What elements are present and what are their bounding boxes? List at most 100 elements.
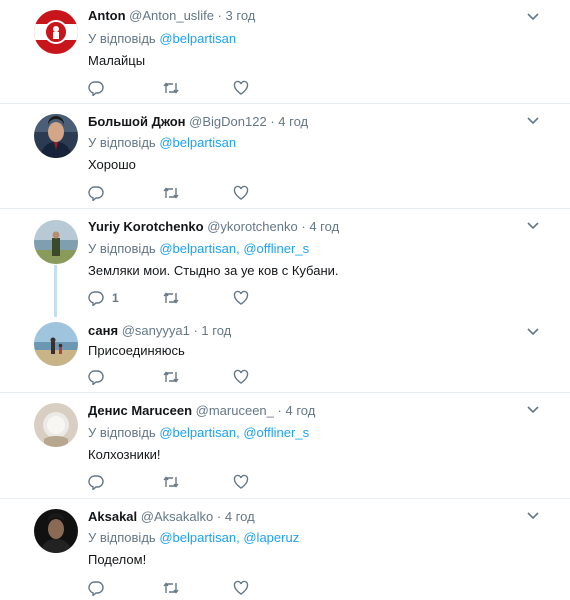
reply-context: У відповідь @belpartisan, @laperuz [88, 530, 300, 545]
chevron-down-icon[interactable] [526, 116, 540, 126]
reply-prefix: У відповідь [88, 241, 156, 256]
reply-count: 1 [112, 291, 119, 305]
chevron-down-icon[interactable] [526, 327, 540, 337]
reply-context: У відповідь @belpartisan, @offliner_s [88, 241, 310, 256]
tweet-aksakal[interactable]: Aksakal @Aksakalko · 4 год У відповідь @… [0, 499, 570, 600]
like-button[interactable] [233, 473, 249, 491]
mention-link[interactable]: @offliner_s [243, 425, 309, 440]
user-handle[interactable]: @Aksakalko [141, 509, 213, 524]
like-button[interactable] [233, 289, 249, 307]
tweet-bigdon[interactable]: Большой Джон @BigDon122 · 4 год У відпов… [0, 104, 570, 207]
retweet-icon [163, 187, 179, 199]
tweet-text: Колхозники! [88, 447, 161, 462]
avatar[interactable] [34, 220, 78, 264]
user-handle[interactable]: @Anton_uslife [129, 8, 214, 23]
retweet-icon [163, 371, 179, 383]
tweet-header: Anton @Anton_uslife · 3 год [88, 8, 255, 24]
reply-icon [88, 370, 104, 385]
timestamp[interactable]: 1 год [201, 323, 231, 338]
reply-button[interactable] [88, 473, 104, 491]
avatar[interactable] [34, 509, 78, 553]
reply-context: У відповідь @belpartisan [88, 31, 236, 47]
display-name[interactable]: Yuriy Korotchenko [88, 219, 204, 234]
tweet-sanya[interactable]: саня @sanyyya1 · 1 год Присоединяюсь [0, 317, 570, 391]
mention-link[interactable]: @offliner_s [243, 241, 309, 256]
like-button[interactable] [233, 79, 249, 97]
retweet-icon [163, 82, 179, 94]
reply-prefix: У відповідь [88, 425, 156, 440]
display-name[interactable]: Денис Maruceen [88, 403, 192, 418]
anton-avatar-image [34, 10, 78, 54]
heart-icon [233, 290, 249, 305]
avatar[interactable] [34, 10, 78, 54]
tweet-header: Yuriy Korotchenko @ykorotchenko · 4 год [88, 219, 339, 235]
user-handle[interactable]: @maruceen_ [196, 403, 274, 418]
reply-button[interactable] [88, 79, 104, 97]
separator-dot: · [217, 8, 222, 23]
reply-icon [88, 291, 104, 306]
reply-button[interactable] [88, 579, 104, 597]
user-handle[interactable]: @BigDon122 [189, 114, 267, 129]
tweet-header: Денис Maruceen @maruceen_ · 4 год [88, 403, 315, 419]
separator-dot: · [193, 323, 198, 338]
retweet-button[interactable] [162, 289, 180, 307]
timestamp[interactable]: 4 год [225, 509, 255, 524]
mention-link[interactable]: @belpartisan [159, 135, 236, 150]
display-name[interactable]: саня [88, 323, 118, 338]
reply-prefix: У відповідь [88, 31, 156, 46]
reply-context: У відповідь @belpartisan, @offliner_s [88, 425, 310, 440]
heart-icon [233, 80, 249, 95]
tweet-text: Малайцы [88, 53, 146, 68]
chevron-down-icon[interactable] [526, 405, 540, 415]
mention-link[interactable]: @belpartisan [159, 31, 236, 46]
retweet-button[interactable] [162, 79, 180, 97]
display-name[interactable]: Anton [88, 8, 126, 23]
user-handle[interactable]: @sanyyya1 [122, 323, 190, 338]
aksakal-avatar-image [34, 509, 78, 553]
avatar[interactable] [34, 114, 78, 158]
heart-icon [233, 185, 249, 200]
tweet-yuriy[interactable]: Yuriy Korotchenko @ykorotchenko · 4 год … [0, 209, 570, 317]
heart-icon [233, 369, 249, 384]
tweet-anton[interactable]: Anton @Anton_uslife · 3 год У відповідь … [0, 0, 570, 102]
timestamp[interactable]: 4 год [286, 403, 316, 418]
separator-dot: · [216, 509, 222, 524]
tweet-header: Aksakal @Aksakalko · 4 год [88, 509, 255, 525]
retweet-button[interactable] [162, 368, 180, 386]
mention-link[interactable]: @belpartisan [159, 241, 236, 256]
mention-link[interactable]: @laperuz [243, 530, 299, 545]
tweet-header: Большой Джон @BigDon122 · 4 год [88, 114, 308, 130]
retweet-icon [163, 476, 179, 488]
chevron-down-icon[interactable] [526, 12, 540, 22]
sanya-avatar-image [34, 322, 78, 366]
display-name[interactable]: Большой Джон [88, 114, 186, 129]
retweet-button[interactable] [162, 579, 180, 597]
retweet-icon [163, 292, 179, 304]
timestamp[interactable]: 3 год [226, 8, 256, 23]
reply-button[interactable] [88, 368, 104, 386]
reply-button[interactable] [88, 184, 104, 202]
like-button[interactable] [233, 184, 249, 202]
timestamp[interactable]: 4 год [309, 219, 339, 234]
like-button[interactable] [233, 368, 249, 386]
timestamp[interactable]: 4 год [278, 114, 308, 129]
retweet-button[interactable] [162, 473, 180, 491]
avatar[interactable] [34, 322, 78, 366]
denis-avatar-image [34, 403, 78, 447]
user-handle[interactable]: @ykorotchenko [207, 219, 298, 234]
heart-icon [233, 580, 249, 595]
like-button[interactable] [233, 579, 249, 597]
chevron-down-icon[interactable] [526, 221, 540, 231]
reply-button[interactable]: 1 [88, 289, 119, 307]
mention-link[interactable]: @belpartisan [159, 530, 236, 545]
tweet-denis[interactable]: Денис Maruceen @maruceen_ · 4 год У відп… [0, 393, 570, 497]
bigdon-avatar-image [34, 114, 78, 158]
tweet-text: Поделом! [88, 552, 147, 567]
display-name[interactable]: Aksakal [88, 509, 137, 524]
avatar[interactable] [34, 403, 78, 447]
mention-link[interactable]: @belpartisan [159, 425, 236, 440]
retweet-button[interactable] [162, 184, 180, 202]
reply-context: У відповідь @belpartisan [88, 135, 236, 151]
chevron-down-icon[interactable] [526, 511, 540, 521]
reply-icon [88, 186, 104, 201]
